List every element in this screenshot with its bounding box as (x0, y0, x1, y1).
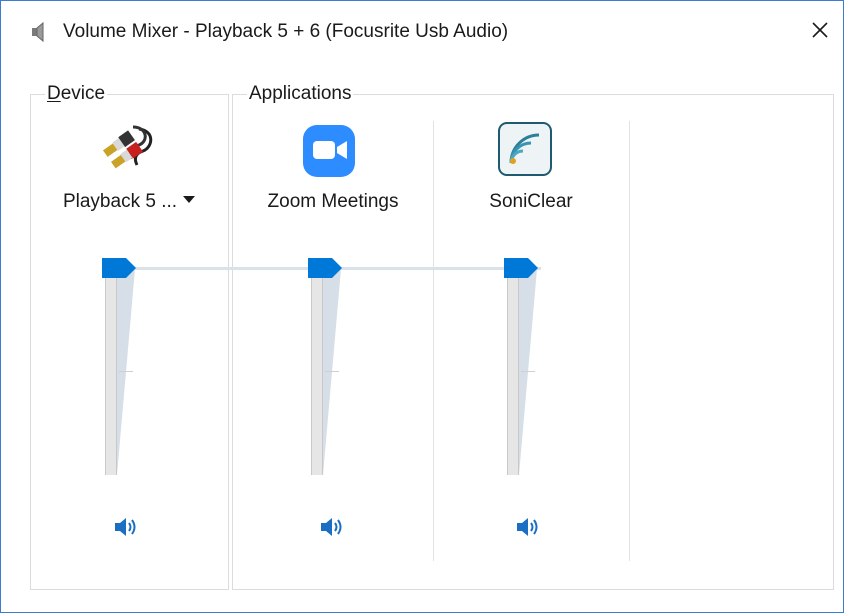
zoom-volume-level-indicator (323, 269, 341, 475)
zoom-icon (301, 121, 357, 177)
device-volume-level-indicator (117, 269, 135, 475)
rca-cable-icon (103, 121, 159, 177)
speaker-volume-icon (113, 515, 141, 544)
speaker-icon (29, 21, 51, 43)
device-mute-button[interactable] (111, 515, 143, 543)
slider-tick (521, 371, 535, 372)
soniclear-icon (497, 121, 553, 177)
soniclear-volume-slider-thumb[interactable] (504, 258, 538, 278)
speaker-volume-icon (515, 515, 543, 544)
window-title: Volume Mixer - Playback 5 + 6 (Focusrite… (63, 21, 509, 42)
zoom-volume-slider-track[interactable] (311, 269, 323, 475)
device-dropdown-label: Playback 5 ... (62, 191, 178, 212)
soniclear-mute-button[interactable] (513, 515, 545, 543)
speaker-volume-icon (319, 515, 347, 544)
volume-mixer-window: Volume Mixer - Playback 5 + 6 (Focusrite… (0, 0, 844, 613)
app-name-label: SoniClear (489, 191, 573, 212)
title-bar[interactable]: Volume Mixer - Playback 5 + 6 (Focusrite… (1, 1, 843, 63)
device-volume-slider-track[interactable] (105, 269, 117, 475)
close-icon (811, 21, 829, 44)
soniclear-volume-slider-track[interactable] (507, 269, 519, 475)
device-channel: Playback 5 ... (31, 119, 227, 559)
app-channel-soniclear: SoniClear (433, 119, 629, 559)
device-group-label: Device (45, 82, 108, 106)
column-divider (629, 121, 630, 561)
zoom-volume-slider-thumb[interactable] (308, 258, 342, 278)
soniclear-volume-level-indicator (519, 269, 537, 475)
caret-down-icon (183, 196, 196, 204)
device-dropdown[interactable]: Playback 5 ... (31, 189, 227, 215)
slider-tick (119, 371, 133, 372)
app-channel-zoom: Zoom Meetings (237, 119, 433, 559)
device-volume-slider-thumb[interactable] (102, 258, 136, 278)
zoom-mute-button[interactable] (317, 515, 349, 543)
applications-group-label: Applications (247, 82, 354, 106)
slider-tick (325, 371, 339, 372)
close-button[interactable] (797, 1, 843, 63)
app-name-label: Zoom Meetings (267, 191, 399, 212)
